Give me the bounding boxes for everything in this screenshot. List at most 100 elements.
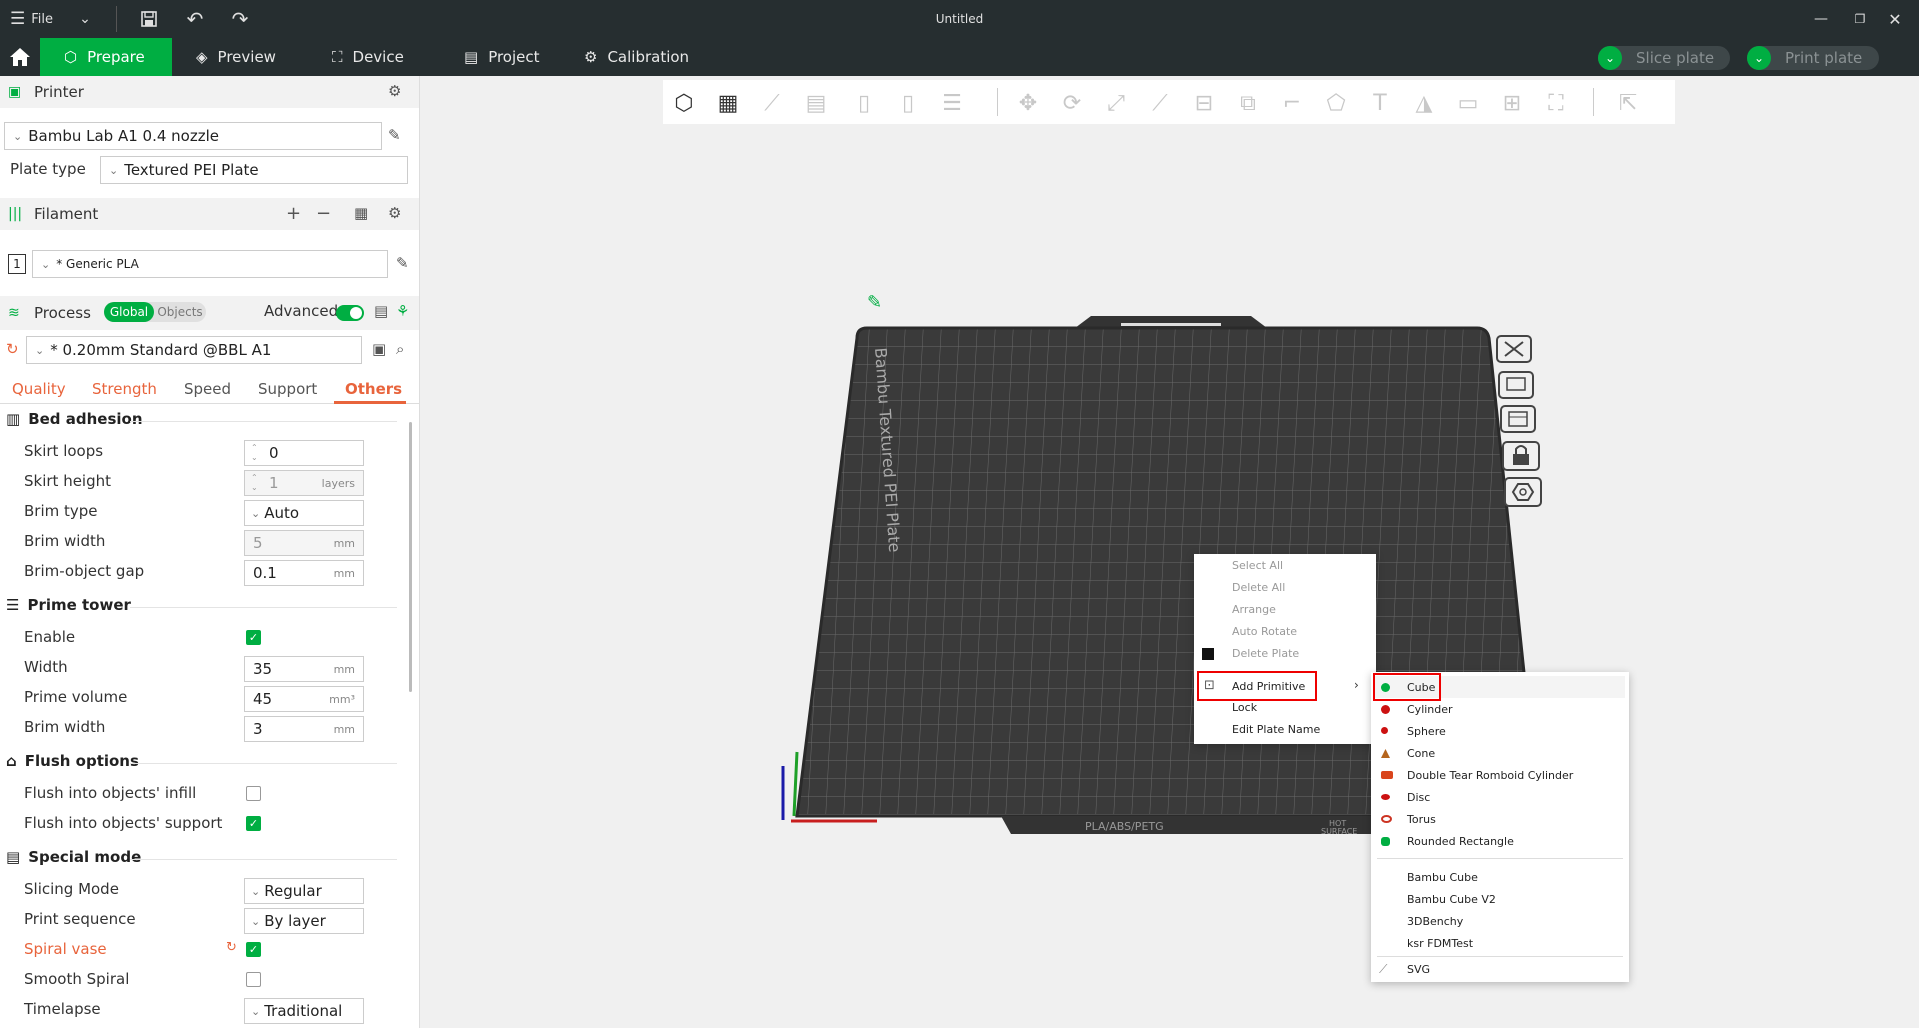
edit-plate-icon[interactable]: ✎ (867, 292, 882, 313)
rotate-icon[interactable]: ⟳ (1057, 88, 1087, 118)
filament-select[interactable]: ⌄ * Generic PLA (32, 250, 388, 278)
advanced-switch[interactable] (336, 305, 364, 321)
orient-icon[interactable]: ⟋ (757, 88, 787, 118)
menu-auto-rotate[interactable]: Auto Rotate (1232, 620, 1297, 642)
filament-slot-badge[interactable]: 1 (8, 254, 26, 274)
settings-scrollbar[interactable] (409, 422, 412, 692)
width-input[interactable]: 35 mm (244, 656, 364, 682)
submenu-3dbenchy[interactable]: 3DBenchy (1407, 910, 1463, 932)
tab-prepare[interactable]: ⬡ Prepare (40, 38, 172, 76)
tab-support[interactable]: Support (258, 380, 317, 398)
plate-orient-icon[interactable] (1498, 371, 1534, 399)
objects-option[interactable]: Objects (154, 302, 206, 322)
slice-plate-button[interactable]: ⌄ Slice plate (1598, 46, 1730, 70)
submenu-sphere[interactable]: Sphere (1407, 720, 1446, 742)
tab-strength[interactable]: Strength (92, 380, 157, 398)
layers-icon[interactable]: ☰ (937, 88, 967, 118)
tab-speed[interactable]: Speed (184, 380, 231, 398)
network-icon[interactable]: ⚘ (396, 302, 409, 320)
menu-delete-all[interactable]: Delete All (1232, 576, 1285, 598)
chevron-down-icon[interactable]: ⌄ (1598, 46, 1622, 70)
stepper-icon[interactable]: ⌃ ⌄ (251, 443, 258, 463)
plate-close-icon[interactable] (1496, 335, 1532, 363)
tab-project[interactable]: ▤ Project (440, 38, 564, 76)
maximize-icon[interactable]: ❐ (1845, 0, 1875, 38)
tab-calibration[interactable]: ⚙ Calibration (560, 38, 713, 76)
save-preset-icon[interactable]: ▣ (372, 340, 386, 358)
edit-icon[interactable]: ✎ (388, 126, 401, 144)
undo-icon[interactable]: ↶ (180, 0, 210, 38)
seam-paint-icon[interactable]: ⬠ (1321, 88, 1351, 118)
chevron-down-icon[interactable]: ⌄ (70, 0, 100, 38)
chevron-down-icon[interactable]: ⌄ (1747, 46, 1771, 70)
menu-select-all[interactable]: Select All (1232, 554, 1283, 576)
skirt-loops-input[interactable]: ⌃ ⌄ 0 (244, 440, 364, 466)
boolean-icon[interactable]: ⧉ (1233, 88, 1263, 118)
submenu-ksr-fdmtest[interactable]: ksr FDMTest (1407, 932, 1473, 954)
printer-select[interactable]: ⌄ Bambu Lab A1 0.4 nozzle (4, 122, 382, 150)
tab-others[interactable]: Others (345, 380, 402, 398)
edit-icon[interactable]: ✎ (396, 254, 409, 272)
viewport-3d[interactable]: PLA/ABS/PETG HOT SURFACE Bambu Textured … (421, 76, 1919, 1028)
tab-device[interactable]: ⛶ Device (308, 38, 428, 76)
fit-view-icon[interactable]: ⛶ (1541, 88, 1571, 118)
flush-support-checkbox[interactable]: ✓ (246, 816, 261, 831)
menu-arrange[interactable]: Arrange (1232, 598, 1276, 620)
stepper-icon[interactable]: ⌃ ⌄ (251, 473, 258, 493)
explode-icon[interactable]: ⇱ (1613, 88, 1643, 118)
skirt-height-input[interactable]: ⌃ ⌄ 1 layers (244, 470, 364, 496)
support-paint-icon[interactable]: ⌐ (1277, 88, 1307, 118)
text-icon[interactable]: T (1365, 88, 1395, 118)
enable-checkbox[interactable]: ✓ (246, 630, 261, 645)
minimize-icon[interactable]: — (1806, 0, 1836, 38)
brim-object-gap-input[interactable]: 0.1 mm (244, 560, 364, 586)
submenu-svg[interactable]: SVG (1407, 958, 1430, 980)
flush-infill-checkbox[interactable] (246, 786, 261, 801)
close-icon[interactable]: ✕ (1880, 0, 1910, 38)
print-sequence-select[interactable]: ⌄ By layer (244, 908, 364, 934)
submenu-cube[interactable]: Cube (1407, 676, 1435, 698)
reset-icon[interactable]: ↻ (226, 940, 237, 955)
menu-edit-plate-name[interactable]: Edit Plate Name (1232, 718, 1320, 740)
color-paint-icon[interactable]: ◮ (1409, 88, 1439, 118)
plate-type-select[interactable]: ⌄ Textured PEI Plate (100, 156, 408, 184)
menu-delete-plate[interactable]: Delete Plate (1232, 642, 1299, 664)
measure-icon[interactable]: ▭ (1453, 88, 1483, 118)
submenu-bambu-cube[interactable]: Bambu Cube (1407, 866, 1478, 888)
lay-on-face-icon[interactable]: ⟋ (1145, 88, 1175, 118)
split-parts-icon[interactable]: ▯ (893, 88, 923, 118)
cut-icon[interactable]: ⊟ (1189, 88, 1219, 118)
submenu-cylinder[interactable]: Cylinder (1407, 698, 1453, 720)
move-icon[interactable]: ✥ (1013, 88, 1043, 118)
gear-icon[interactable]: ⚙ (388, 82, 401, 100)
plate-lock-icon[interactable] (1502, 441, 1540, 471)
global-option[interactable]: Global (104, 302, 154, 322)
scale-icon[interactable]: ⤢ (1101, 88, 1131, 118)
gear-icon[interactable]: ⚙ (388, 204, 401, 222)
menu-add-primitive[interactable]: Add Primitive (1232, 675, 1305, 697)
file-menu-button[interactable]: ☰ File (10, 0, 53, 38)
prime-brim-width-input[interactable]: 3 mm (244, 716, 364, 742)
remove-icon[interactable]: − (316, 203, 331, 224)
prime-volume-input[interactable]: 45 mm³ (244, 686, 364, 712)
build-plate-view[interactable]: PLA/ABS/PETG HOT SURFACE Bambu Textured … (421, 76, 1919, 1028)
submenu-bambu-cube-v2[interactable]: Bambu Cube V2 (1407, 888, 1496, 910)
plate-settings-icon[interactable] (1504, 477, 1542, 507)
brim-width-input[interactable]: 5 mm (244, 530, 364, 556)
reset-icon[interactable]: ↻ (6, 340, 19, 358)
tab-preview[interactable]: ◈ Preview (172, 38, 300, 76)
smooth-spiral-checkbox[interactable] (246, 972, 261, 987)
menu-lock[interactable]: Lock (1232, 696, 1257, 718)
tab-quality[interactable]: Quality (12, 380, 66, 398)
filament-sync-icon[interactable]: ▦ (354, 204, 368, 222)
home-button[interactable] (0, 38, 40, 76)
timelapse-select[interactable]: ⌄ Traditional (244, 998, 364, 1024)
add-icon[interactable]: + (286, 203, 301, 224)
brim-type-select[interactable]: ⌄ Auto (244, 500, 364, 526)
add-plate-icon[interactable]: ▦ (713, 88, 743, 118)
save-button[interactable] (134, 0, 164, 38)
split-objects-icon[interactable]: ▯ (849, 88, 879, 118)
submenu-disc[interactable]: Disc (1407, 786, 1430, 808)
slicing-mode-select[interactable]: ⌄ Regular (244, 878, 364, 904)
add-object-icon[interactable]: ⬡ (669, 88, 699, 118)
